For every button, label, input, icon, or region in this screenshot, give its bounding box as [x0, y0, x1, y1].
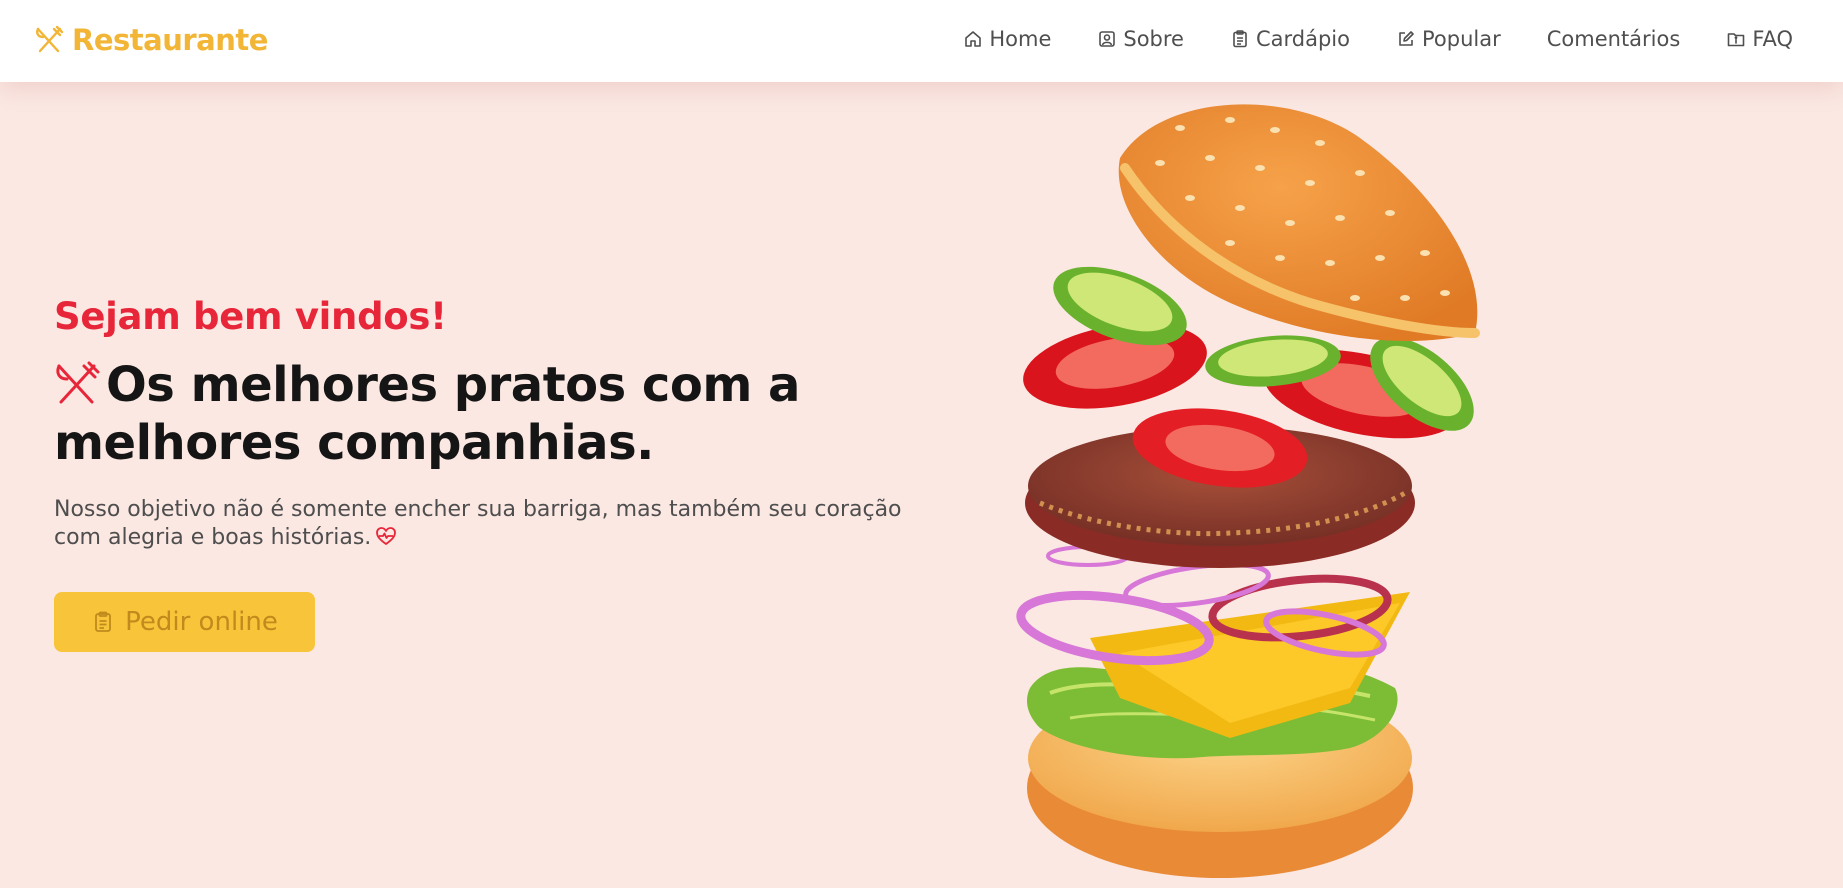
utensils-icon	[56, 361, 100, 404]
nav-sobre[interactable]: Sobre	[1097, 27, 1184, 51]
hero-description: Nosso objetivo não é somente encher sua …	[54, 496, 934, 552]
nav-home-label: Home	[989, 27, 1052, 51]
person-badge-icon	[1099, 31, 1116, 47]
clipboard-icon	[95, 611, 112, 632]
top-navbar: Restaurante Home Sobre Cardápio Popular …	[0, 0, 1843, 82]
clipboard-icon	[1233, 30, 1247, 48]
burger-image	[1016, 104, 1480, 878]
nav-comentarios[interactable]: Comentários	[1547, 27, 1681, 51]
heart-pulse-icon	[376, 527, 397, 545]
nav-faq[interactable]: FAQ	[1726, 27, 1793, 51]
home-icon	[965, 31, 982, 47]
folder-info-icon	[1728, 33, 1745, 47]
brand-logo[interactable]: Restaurante	[34, 22, 268, 58]
welcome-heading: Sejam bem vindos!	[54, 295, 447, 338]
nav-comentarios-label: Comentários	[1546, 27, 1681, 51]
order-online-label: Pedir online	[125, 607, 278, 637]
nav-popular[interactable]: Popular	[1396, 27, 1501, 51]
nav-links: Home Sobre Cardápio Popular Comentários …	[963, 22, 1793, 56]
nav-sobre-label: Sobre	[1123, 27, 1184, 51]
nav-cardapio[interactable]: Cardápio	[1230, 27, 1350, 51]
edit-icon	[1399, 31, 1414, 46]
hero-section: Sejam bem vindos! Os melhores pratos com…	[54, 295, 934, 552]
nav-faq-label: FAQ	[1752, 27, 1793, 51]
nav-home[interactable]: Home	[963, 27, 1051, 51]
nav-popular-label: Popular	[1422, 27, 1501, 51]
brand-name: Restaurante	[72, 23, 268, 57]
description-text: Nosso objetivo não é somente encher sua …	[54, 497, 902, 550]
utensils-icon	[36, 25, 64, 53]
hero-headline: Os melhores pratos com a melhores compan…	[54, 356, 934, 472]
nav-cardapio-label: Cardápio	[1255, 27, 1350, 51]
headline-text: Os melhores pratos com a melhores compan…	[54, 357, 800, 471]
order-online-button[interactable]: Pedir online	[54, 592, 315, 652]
